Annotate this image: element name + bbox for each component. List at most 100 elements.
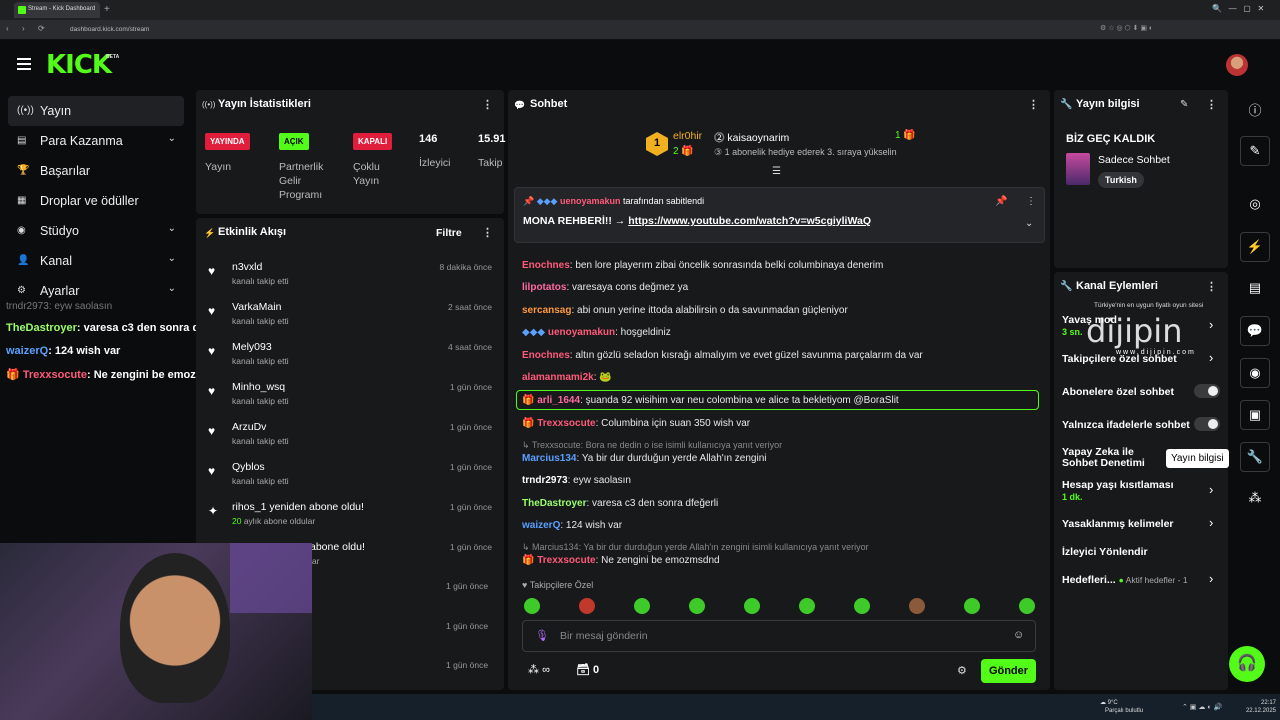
menu-icon[interactable] (17, 58, 31, 70)
more-options-icon[interactable]: ⋮ (1206, 280, 1217, 293)
lightning-icon[interactable]: ⚡ (1240, 232, 1270, 262)
chat-message: 🎁 Trexxsocute: Ne zengini be emozmsdnd (522, 555, 720, 566)
watermark-brand: dijipin (1086, 312, 1183, 350)
sidebar-item-droplar[interactable]: ▦ Droplar ve ödüller (8, 186, 184, 216)
camera-icon[interactable]: ◎ (1240, 190, 1270, 220)
sidebar-item-kanal[interactable]: 👤 Kanal ⌄ (8, 246, 184, 276)
action-account-age[interactable]: Hesap yaşı kısıtlaması 1 dk. (1062, 479, 1174, 503)
wrench-icon: 🔧 (1060, 99, 1073, 110)
filter-button[interactable]: Filtre (436, 227, 462, 239)
more-options-icon[interactable]: ⋮ (482, 226, 493, 239)
group-icon[interactable]: ⁂ (1240, 484, 1270, 514)
chevron-down-icon[interactable]: ⌄ (1025, 218, 1033, 229)
pencil-icon[interactable]: ✎ (1240, 136, 1270, 166)
reply-context: ↳ Marcius134: Ya bir dur durduğun yerde … (522, 542, 869, 552)
window-controls[interactable]: 🔍 — ▢ ✕ (1212, 4, 1264, 13)
action-subscribers-only: Abonelere özel sohbet (1062, 386, 1175, 398)
lightning-icon: ⚡ (204, 228, 216, 238)
url-field[interactable]: dashboard.kick.com/stream (64, 24, 1094, 36)
layout-icon[interactable]: ▣ (1240, 400, 1270, 430)
emote-button[interactable] (744, 598, 760, 614)
taskbar: ☁ 9°C Parçalı bulutlu ⌃ ▣ ☁ ◐ 🔊 22:17 22.… (312, 694, 1280, 720)
chat-input-placeholder: Bir mesaj gönderin (560, 630, 648, 642)
subscribers-only-toggle[interactable] (1194, 384, 1220, 398)
heart-icon: ♥ (208, 304, 216, 318)
chat-input[interactable]: 🎙 Bir mesaj gönderin ☺ (522, 620, 1036, 652)
emote-button[interactable] (524, 598, 540, 614)
emote-button[interactable] (909, 598, 925, 614)
action-raid[interactable]: İzleyici Yönlendir (1062, 546, 1148, 558)
clock[interactable]: 22:17 22.12.2025 (1240, 699, 1276, 715)
watermark-slogan: Türkiye'nin en uygun fiyatlı oyun sitesi (1094, 302, 1204, 309)
activity-time: 1 gün önce (446, 660, 489, 670)
language-tag: Turkish (1098, 172, 1144, 188)
more-options-icon[interactable]: ⋮ (482, 98, 493, 111)
chest-count[interactable]: 🗃 0 (576, 663, 599, 676)
new-tab-button[interactable]: + (104, 4, 110, 15)
settings-icon: ⚙ (17, 285, 26, 296)
sidebar-item-yayin[interactable]: ((•)) Yayın (8, 96, 184, 126)
emoji-icon[interactable]: ☺ (1013, 629, 1024, 641)
emote-button[interactable] (689, 598, 705, 614)
info-icon[interactable]: ⓘ (1240, 94, 1270, 124)
microphone-icon[interactable]: 🎙 (535, 629, 549, 642)
emote-only-toggle[interactable] (1194, 417, 1220, 431)
activity-item: ✦ rihos_1 yeniden abone oldu! 20 aylık abo… (208, 501, 492, 526)
chat-icon[interactable]: 💬 (1240, 316, 1270, 346)
address-bar: ‹ › ⟳ dashboard.kick.com/stream ⚙ ☆ ◎ ⬡ … (0, 20, 1280, 40)
action-banned-words[interactable]: Yasaklanmış kelimeler (1062, 518, 1174, 530)
action-goals[interactable]: Hedefleri... ● Aktif hedefler - 1 (1062, 574, 1188, 586)
trophy-icon: 🏆 (17, 165, 30, 176)
forward-icon[interactable]: › (22, 24, 25, 33)
back-icon[interactable]: ‹ (6, 24, 9, 33)
reload-icon[interactable]: ⟳ (38, 24, 45, 33)
activity-title: Etkinlik Akışı (218, 226, 287, 238)
emote-button[interactable] (1019, 598, 1035, 614)
chevron-right-icon: › (1209, 350, 1214, 365)
stat-label-yayin: Yayın (205, 161, 232, 173)
support-icon[interactable]: 🎧 (1229, 646, 1265, 682)
browser-extension-icons[interactable]: ⚙ ☆ ◎ ⬡ ⬇ ▣ ◐ (1100, 24, 1153, 32)
chat-message: alamanmami2k: 🐸 (522, 372, 612, 383)
emote-button[interactable] (799, 598, 815, 614)
top-gifter-name[interactable]: elr0hir (673, 130, 702, 142)
broadcast-icon: ((•)) (17, 105, 34, 116)
weather-widget[interactable]: ☁ 9°C Parçalı bulutlu (1100, 699, 1143, 715)
emote-button[interactable] (964, 598, 980, 614)
document-icon[interactable]: ▤ (1240, 274, 1270, 304)
chart-icon: ▤ (17, 135, 27, 146)
send-button[interactable]: Gönder (981, 659, 1036, 683)
browser-tab[interactable]: Stream - Kick Dashboard (14, 2, 100, 18)
emote-button[interactable] (634, 598, 650, 614)
pin-icon[interactable]: 📌 (995, 196, 1007, 207)
sidebar-item-studyo[interactable]: ◉ Stüdyo ⌄ (8, 216, 184, 246)
wrench-icon[interactable]: 🔧 (1240, 442, 1270, 472)
collapse-icon[interactable]: ☰ (772, 166, 781, 177)
chevron-right-icon: › (1209, 515, 1214, 530)
chat-message: TheDastroyer: varesa c3 den sonra dfeğer… (522, 498, 719, 509)
beta-label: BETA (106, 54, 120, 60)
edit-icon[interactable]: ✎ (1180, 99, 1188, 110)
emote-button[interactable] (579, 598, 595, 614)
gift-user[interactable]: ⓶ kaisaoynarim (714, 130, 789, 145)
right-rail (1232, 90, 1280, 694)
pin-line: 📌 ◆◆◆ uenoyamakun tarafından sabitlendi (523, 196, 705, 206)
channel-points[interactable]: ⁂ ∞ (528, 663, 550, 676)
action-ai-moderation[interactable]: Yapay Zeka ile Sohbet Denetimi (1062, 447, 1162, 469)
user-avatar[interactable] (1226, 54, 1248, 76)
activity-item: ♥ Qyblos kanalı takip etti 1 gün önce (208, 461, 492, 486)
kick-logo[interactable]: KICK (46, 50, 112, 80)
sidebar-item-basarilar[interactable]: 🏆 Başarılar (8, 156, 184, 186)
streamer-face (120, 553, 230, 703)
settings-icon[interactable]: ⚙ (957, 664, 967, 677)
category-name[interactable]: Sadece Sohbet (1098, 154, 1170, 166)
emote-button[interactable] (854, 598, 870, 614)
sidebar-item-para-kazanma[interactable]: ▤ Para Kazanma ⌄ (8, 126, 184, 156)
more-options-icon[interactable]: ⋮ (1026, 196, 1036, 207)
more-options-icon[interactable]: ⋮ (1206, 98, 1217, 111)
tray-icons[interactable]: ⌃ ▣ ☁ ◐ 🔊 (1182, 703, 1222, 711)
broadcast-icon[interactable]: ◉ (1240, 358, 1270, 388)
more-options-icon[interactable]: ⋮ (1028, 98, 1039, 111)
chat-message: Marcius134: Ya bir dur durduğun yerde Al… (522, 453, 767, 464)
pinned-link[interactable]: https://www.youtube.com/watch?v=w5cgiyli… (628, 215, 871, 227)
